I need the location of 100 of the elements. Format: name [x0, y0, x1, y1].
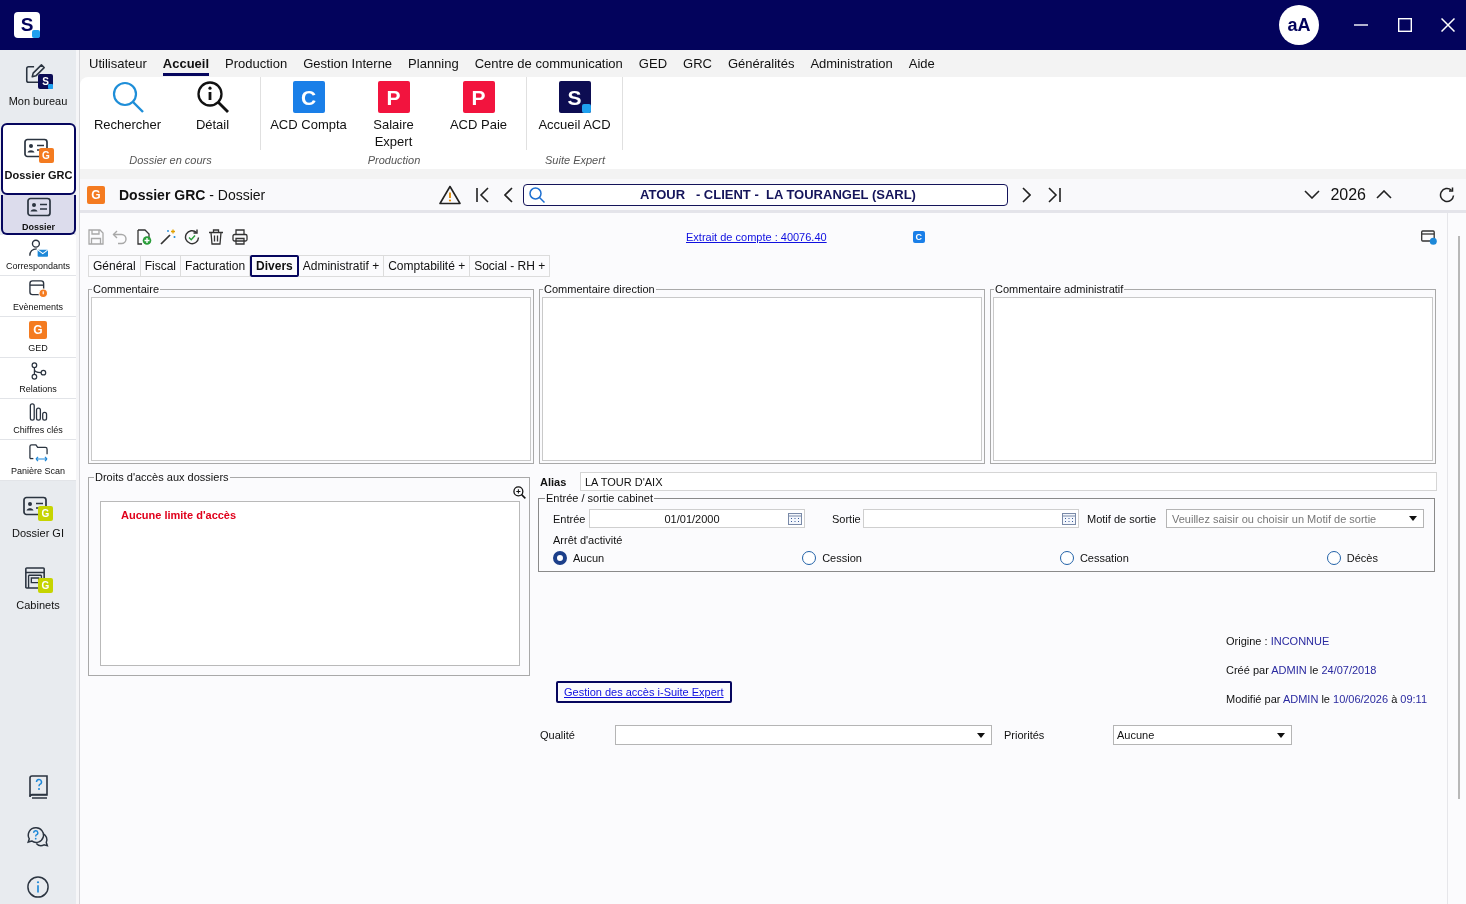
radio-option[interactable]: Cessation [1059, 551, 1129, 565]
close-icon[interactable] [1441, 18, 1455, 32]
sidebar-subitem[interactable]: Dossier [1, 195, 76, 235]
ribbon-button[interactable]: P Salaire Expert [351, 81, 436, 150]
bar-chart-icon [28, 403, 48, 421]
id-card-icon [26, 196, 51, 218]
letter-badge: S [38, 74, 53, 89]
radio-button[interactable] [1326, 551, 1341, 565]
sidebar-item[interactable]: G Dossier GI [0, 489, 76, 545]
sidebar-subitem[interactable]: G GED [0, 317, 76, 358]
dropdown-caret-icon [1277, 732, 1285, 738]
account-avatar[interactable]: aA [1279, 5, 1319, 45]
warning-icon[interactable] [439, 184, 461, 205]
search-icon [529, 186, 545, 203]
letter-badge: G [38, 148, 54, 163]
ribbon-button[interactable]: P ACD Paie [436, 81, 521, 150]
audit-text: Créé par ADMIN le 24/07/2018 [1226, 663, 1378, 677]
edit-square-icon [23, 63, 47, 85]
tab[interactable]: Général [88, 255, 141, 277]
panel-title: Commentaire direction [543, 283, 656, 296]
ribbon-button[interactable]: S Accueil ACD [532, 81, 617, 150]
search-icon [111, 81, 144, 113]
tab[interactable]: Fiscal [140, 255, 182, 277]
exit-reason-dropdown[interactable]: Veuillez saisir ou choisir un Motif de sortie [1166, 509, 1424, 528]
ribbon-group-label: Dossier en cours [129, 154, 212, 166]
date-field[interactable] [863, 509, 1079, 528]
tab[interactable]: Social - RH + [470, 255, 551, 277]
calendar-icon[interactable] [1062, 512, 1076, 525]
field-label: Arrêt d'activité [553, 533, 624, 547]
menu-tab[interactable]: Production [225, 54, 288, 76]
menu-tab[interactable]: Utilisateur [89, 54, 147, 76]
menu-tab[interactable]: GRC [683, 54, 712, 76]
tab[interactable]: Facturation [181, 255, 251, 277]
sidebar-subitem[interactable]: Correspondants [0, 235, 76, 276]
audit-text: Origine : INCONNUE [1226, 634, 1331, 648]
folder-arrow-icon [28, 444, 48, 462]
trash-icon[interactable] [208, 229, 224, 245]
sidebar-subitem[interactable]: Evènements [0, 276, 76, 317]
refresh-icon[interactable] [1439, 186, 1455, 203]
help-book-icon[interactable] [27, 775, 49, 799]
info-search-icon [196, 81, 229, 113]
radio-option[interactable]: Décès [1326, 551, 1378, 565]
radio-button[interactable] [802, 551, 817, 565]
alias-field[interactable]: LA TOUR D'AIX [580, 472, 1437, 491]
sidebar-subitem[interactable]: Panière Scan [0, 440, 76, 481]
chat-help-icon[interactable] [27, 825, 49, 849]
refresh-check-icon[interactable] [184, 229, 200, 245]
menu-tab[interactable]: GED [638, 54, 667, 76]
audit-text: Modifié par ADMIN le 10/06/2026 à 09:11 [1226, 692, 1429, 706]
calendar-icon[interactable] [788, 512, 802, 525]
dropdown-caret-icon [1409, 516, 1417, 521]
calendar-clock-icon [28, 280, 48, 298]
letter-badge[interactable]: C [912, 231, 925, 243]
ribbon-button[interactable]: C ACD Compta [266, 81, 351, 150]
maximize-icon[interactable] [1398, 18, 1412, 32]
field-label: Alias [539, 475, 568, 488]
menu-tab[interactable]: Aide [908, 54, 935, 76]
app-logo: P [377, 81, 410, 113]
window-badge-icon[interactable] [1421, 229, 1437, 245]
chevron-up-icon[interactable] [1376, 190, 1392, 199]
sidebar-subitem[interactable]: Chiffres clés [0, 399, 76, 440]
app-logo: P [462, 81, 495, 113]
sidebar-item[interactable]: S Mon bureau [0, 54, 76, 116]
scrollbar-thumb[interactable] [1458, 236, 1460, 799]
radio-button[interactable] [1059, 551, 1074, 565]
sidebar-item[interactable]: G Cabinets [0, 561, 76, 617]
radio-option[interactable]: Cession [802, 551, 862, 565]
branch-icon [28, 362, 48, 380]
first-record-icon[interactable] [476, 186, 490, 203]
previous-icon[interactable] [504, 186, 513, 203]
access-management-link[interactable]: Gestion des accès i-Suite Expert [556, 681, 732, 703]
ribbon-button[interactable]: Rechercher [85, 81, 170, 150]
magic-wand-icon[interactable] [160, 229, 176, 245]
next-icon[interactable] [1022, 186, 1031, 203]
radio-option[interactable]: Aucun [553, 551, 605, 565]
account-statement-link[interactable]: Extrait de compte : 40076.40 [686, 231, 827, 243]
ribbon-button[interactable]: Détail [170, 81, 255, 150]
zoom-icon[interactable] [513, 486, 526, 499]
menu-tab[interactable]: Administration [810, 54, 893, 76]
priority-dropdown[interactable]: Aucune [1113, 725, 1292, 745]
building-icon [23, 567, 47, 589]
menu-tab[interactable]: Généralités [727, 54, 795, 76]
menu-tab[interactable]: Gestion Interne [303, 54, 393, 76]
app-logo: S [558, 81, 591, 113]
new-document-icon[interactable] [136, 229, 152, 245]
tab[interactable]: Administratif + [298, 255, 385, 277]
ribbon-group-label: Suite Expert [545, 154, 605, 166]
tab[interactable]: Comptabilité + [384, 255, 471, 277]
menu-tab[interactable]: Planning [408, 54, 459, 76]
date-field[interactable]: 01/01/2000 [589, 509, 805, 528]
print-icon[interactable] [232, 229, 248, 245]
sidebar-item[interactable]: G Dossier GRC [1, 123, 76, 195]
info-icon[interactable] [27, 875, 49, 899]
sidebar-subitem[interactable]: Relations [0, 358, 76, 399]
radio-button[interactable] [553, 551, 567, 565]
menu-tab[interactable]: Centre de communication [474, 54, 623, 76]
tab[interactable]: Divers [250, 255, 299, 277]
last-record-icon[interactable] [1047, 186, 1061, 203]
chevron-down-icon[interactable] [1304, 190, 1321, 199]
record-search-field[interactable]: ATOUR - CLIENT - LA TOURANGEL (SARL) [523, 183, 1008, 206]
